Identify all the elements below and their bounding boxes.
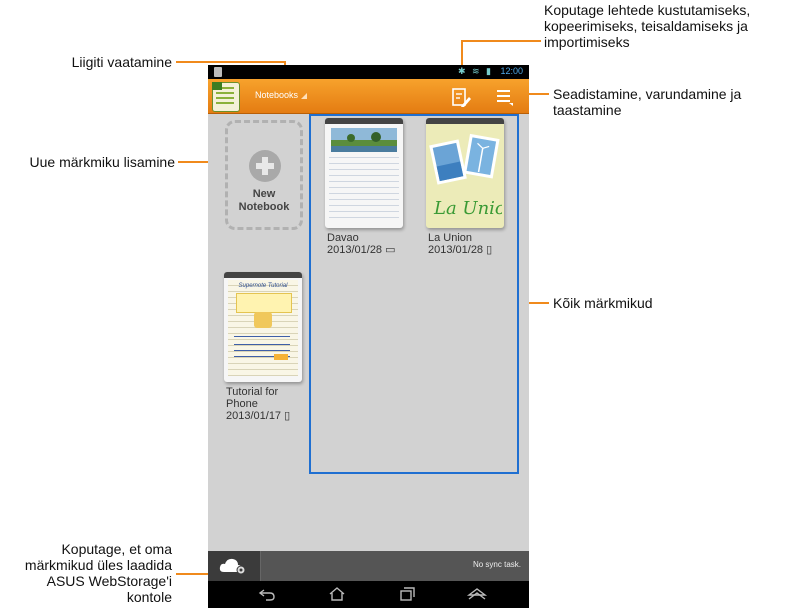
notebook-date-value: 2013/01/28 xyxy=(327,244,383,256)
hide-keyboard-icon[interactable] xyxy=(466,586,488,602)
status-bar: ✱ ≋ ▮ 12:00 xyxy=(208,65,529,79)
callout-text: taastamine xyxy=(553,102,622,118)
notebook-cover-la-union[interactable]: La Union xyxy=(426,118,504,228)
notebook-caption: Davao 2013/01/28 ▭ xyxy=(327,232,396,256)
callout-add-notebook: Uue märkmiku lisamine xyxy=(0,154,175,170)
sync-status-text: No sync task. xyxy=(472,560,521,569)
recents-icon[interactable] xyxy=(396,586,418,602)
binder-strip xyxy=(426,118,504,124)
callout-all-notebooks: Kõik märkmikud xyxy=(553,295,753,311)
collage-cover: La Union xyxy=(429,133,502,219)
signal-icons: ✱ ≋ ▮ xyxy=(457,66,493,76)
callout-text: Koputage, et oma xyxy=(61,541,172,557)
cover-sticky-note xyxy=(236,293,292,313)
menu-icon[interactable] xyxy=(496,87,514,107)
cloud-settings-icon xyxy=(219,558,246,575)
notebook-date: 2013/01/28 ▭ xyxy=(327,244,396,256)
callout-text: Kõik märkmikud xyxy=(553,295,653,311)
dropdown-arrow-icon xyxy=(301,93,308,99)
callout-text: Uue märkmiku lisamine xyxy=(29,154,175,170)
notebook-title: Tutorial for xyxy=(226,386,279,398)
action-bar: Notebooks xyxy=(208,79,529,114)
plus-icon xyxy=(249,150,281,182)
notebook-title: Davao xyxy=(327,232,359,244)
leader-line xyxy=(176,61,286,63)
system-nav-bar xyxy=(208,581,529,608)
notebook-date: 2013/01/17 ▯ xyxy=(226,410,291,422)
notebook-date-value: 2013/01/28 xyxy=(428,244,484,256)
new-notebook-button[interactable]: New Notebook xyxy=(225,120,303,230)
callout-text: Seadistamine, varundamine ja xyxy=(553,86,742,102)
view-dropdown[interactable]: Notebooks xyxy=(255,90,308,100)
notebook-title: La Union xyxy=(428,232,473,244)
notification-icon xyxy=(214,67,222,77)
notebook-cover-davao[interactable] xyxy=(325,118,403,228)
cover-handwriting-lines xyxy=(234,336,290,337)
status-time: 12:00 xyxy=(500,66,523,76)
notebook-cover-tutorial[interactable]: Supernote Tutorial xyxy=(224,272,302,382)
notebook-date-value: 2013/01/17 xyxy=(226,410,282,422)
view-dropdown-label: Notebooks xyxy=(255,90,299,100)
edit-pages-icon[interactable] xyxy=(451,86,471,108)
cover-title: Supernote Tutorial xyxy=(238,283,288,289)
leader-line xyxy=(461,40,541,42)
binder-strip xyxy=(224,272,302,278)
callout-settings: Seadistamine, varundamine ja taastamine xyxy=(553,86,783,118)
tablet-screen: ✱ ≋ ▮ 12:00 Notebooks New Notebook Davao… xyxy=(208,65,529,608)
callout-upload: Koputage, et oma märkmikud üles laadida … xyxy=(0,541,172,605)
cover-image xyxy=(254,312,272,328)
new-notebook-label-line: Notebook xyxy=(238,201,290,213)
callout-edit-pages: Koputage lehtede kustutamiseks, kopeerim… xyxy=(544,2,789,50)
cover-handwriting: La Union xyxy=(433,198,502,219)
new-notebook-label-line: New xyxy=(252,188,276,200)
notebook-date: 2013/01/28 ▯ xyxy=(428,244,493,256)
callout-text: importimiseks xyxy=(544,34,630,50)
supernote-app-icon[interactable] xyxy=(212,82,240,112)
new-notebook-label: New Notebook xyxy=(228,188,300,214)
notebook-title: Phone xyxy=(226,398,258,410)
bottom-bar: No sync task. xyxy=(208,551,529,581)
callout-text: kontole xyxy=(126,589,172,605)
binder-strip xyxy=(325,118,403,124)
callout-view-category: Liigiti vaatamine xyxy=(20,54,172,70)
callout-text: Liigiti vaatamine xyxy=(71,54,172,70)
callout-text: märkmikud üles laadida xyxy=(24,557,172,573)
landscape-photo xyxy=(331,128,397,152)
highlight-frame-segment xyxy=(309,114,311,264)
back-icon[interactable] xyxy=(256,586,278,602)
callout-text: Koputage lehtede kustutamiseks, xyxy=(544,2,751,18)
callout-text: ASUS WebStorage'i xyxy=(46,573,172,589)
cloud-sync-button[interactable] xyxy=(208,551,261,581)
cover-highlight xyxy=(274,354,288,360)
ruled-page xyxy=(329,152,399,222)
notebook-caption: Tutorial for Phone 2013/01/17 ▯ xyxy=(226,386,290,422)
notebook-caption: La Union 2013/01/28 ▯ xyxy=(428,232,492,256)
callout-text: kopeerimiseks, teisaldamiseks ja xyxy=(544,18,748,34)
notebook-grid: New Notebook Davao 2013/01/28 ▭ La Uni L… xyxy=(208,114,529,551)
home-icon[interactable] xyxy=(326,586,348,602)
